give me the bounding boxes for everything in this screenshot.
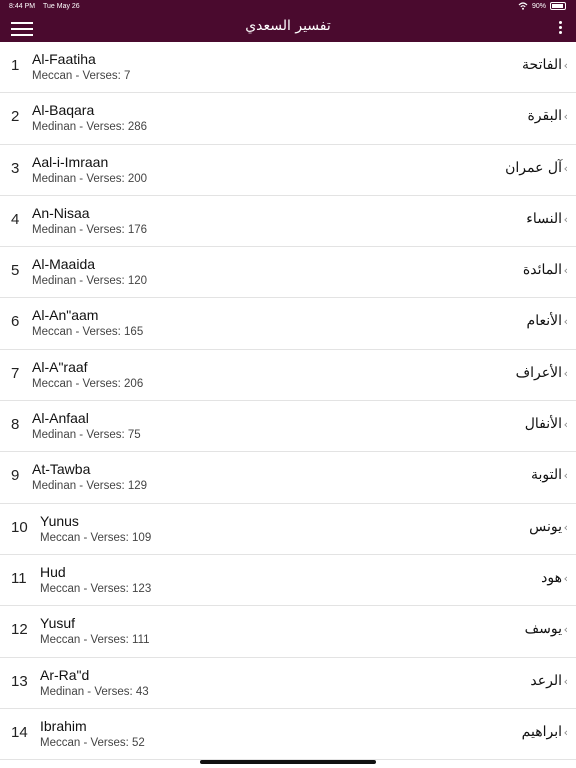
surah-number: 9 <box>11 467 20 485</box>
surah-meta: Meccan - Verses: 123 <box>40 582 152 595</box>
surah-meta: Medinan - Verses: 43 <box>40 685 149 698</box>
surah-meta: Medinan - Verses: 286 <box>32 121 148 134</box>
chevron-left-icon: ‹ <box>563 264 568 278</box>
status-time: 8:44 PM <box>9 3 36 10</box>
surah-list: 1 Al-Faatiha Meccan - Verses: 7 الفاتحة ‹ 2 Al… <box>0 42 576 761</box>
surah-meta: Medinan - Verses: 75 <box>32 429 141 442</box>
surah-arabic-name: التوبة <box>530 467 562 484</box>
surah-number: 12 <box>11 621 28 639</box>
surah-number: 14 <box>11 723 28 741</box>
chevron-left-icon: ‹ <box>563 571 568 585</box>
chevron-left-icon: ‹ <box>563 520 568 534</box>
surah-arabic-name: آل عمران <box>505 159 562 176</box>
chevron-left-icon: ‹ <box>563 725 568 739</box>
list-item[interactable]: 13 Ar-Ra"d Medinan - Verses: 43 الرعد ‹ <box>0 658 576 709</box>
list-item[interactable]: 7 Al-A"raaf Meccan - Verses: 206 الأعراف ‹ <box>0 350 576 402</box>
list-item[interactable]: 8 Al-Anfaal Medinan - Verses: 75 الأنفال ‹ <box>0 401 576 453</box>
surah-number: 1 <box>11 57 20 74</box>
chevron-left-icon: ‹ <box>563 366 568 380</box>
chevron-left-icon: ‹ <box>563 110 568 124</box>
surah-name: Al-Baqara <box>32 102 95 119</box>
surah-arabic-name: البقرة <box>527 108 562 125</box>
surah-number: 5 <box>11 262 20 280</box>
surah-number: 11 <box>11 569 27 587</box>
chevron-left-icon: ‹ <box>563 469 568 483</box>
surah-number: 10 <box>11 518 28 536</box>
wifi-icon <box>518 2 528 10</box>
chevron-left-icon: ‹ <box>563 623 568 637</box>
surah-arabic-name: النساء <box>526 210 562 227</box>
surah-meta: Medinan - Verses: 200 <box>32 172 148 185</box>
surah-arabic-name: يوسف <box>524 621 562 638</box>
surah-name: An-Nisaa <box>32 204 90 221</box>
list-item[interactable]: 1 Al-Faatiha Meccan - Verses: 7 الفاتحة ‹ <box>0 42 576 94</box>
surah-name: Al-A"raaf <box>32 358 88 375</box>
chevron-left-icon: ‹ <box>563 161 568 175</box>
surah-number: 6 <box>11 313 20 331</box>
home-indicator <box>200 760 376 764</box>
surah-name: Al-An"aam <box>32 307 99 324</box>
surah-meta: Medinan - Verses: 129 <box>32 480 148 493</box>
surah-name: Ar-Ra"d <box>40 666 90 683</box>
surah-number: 7 <box>11 364 20 382</box>
list-item[interactable]: 10 Yunus Meccan - Verses: 109 يونس ‹ <box>0 504 576 555</box>
chevron-left-icon: ‹ <box>563 315 568 329</box>
status-indicators: 90% <box>518 2 566 10</box>
surah-arabic-name: الأنعام <box>526 313 562 330</box>
surah-number: 8 <box>11 416 20 434</box>
list-item[interactable]: 3 Aal-i-Imraan Medinan - Verses: 200 آل عمر… <box>0 145 576 196</box>
surah-arabic-name: الفاتحة <box>522 57 562 73</box>
surah-name: Yunus <box>40 512 79 529</box>
status-bar: 8:44 PM Tue May 26 90% <box>0 0 576 14</box>
surah-name: Al-Faatiha <box>32 51 96 67</box>
list-item[interactable]: 5 Al-Maaida Medinan - Verses: 120 المائدة ‹ <box>0 247 576 299</box>
app-bar: تفسير السعدي <box>0 14 576 42</box>
battery-percent: 90% <box>531 2 546 10</box>
surah-number: 4 <box>11 210 20 228</box>
chevron-left-icon: ‹ <box>563 418 568 432</box>
surah-meta: Meccan - Verses: 7 <box>32 70 131 82</box>
surah-name: Yusuf <box>40 615 76 632</box>
surah-arabic-name: الأعراف <box>515 364 562 381</box>
surah-meta: Meccan - Verses: 206 <box>32 377 144 390</box>
status-date: Tue May 26 <box>43 3 80 10</box>
surah-arabic-name: ابراهيم <box>521 723 562 740</box>
surah-meta: Medinan - Verses: 176 <box>32 223 148 236</box>
surah-arabic-name: المائدة <box>522 262 562 279</box>
surah-arabic-name: الرعد <box>530 672 562 689</box>
list-item[interactable]: 2 Al-Baqara Medinan - Verses: 286 البقرة ‹ <box>0 93 576 145</box>
chevron-left-icon: ‹ <box>563 212 568 226</box>
chevron-left-icon: ‹ <box>563 59 568 72</box>
battery-icon <box>550 2 566 10</box>
surah-name: Al-Anfaal <box>32 410 89 427</box>
surah-name: Ibrahim <box>40 717 87 734</box>
surah-name: At-Tawba <box>32 461 91 478</box>
vertical-dots-icon[interactable] <box>558 21 562 35</box>
surah-name: Hud <box>40 563 66 580</box>
surah-number: 13 <box>11 672 28 690</box>
surah-meta: Meccan - Verses: 165 <box>32 326 144 339</box>
list-item[interactable]: 12 Yusuf Meccan - Verses: 111 يوسف ‹ <box>0 606 576 658</box>
surah-meta: Meccan - Verses: 109 <box>40 531 152 544</box>
list-item[interactable]: 4 An-Nisaa Medinan - Verses: 176 النساء ‹ <box>0 196 576 248</box>
list-item[interactable]: 11 Hud Meccan - Verses: 123 هود ‹ <box>0 555 576 607</box>
surah-meta: Meccan - Verses: 52 <box>40 736 145 749</box>
surah-meta: Meccan - Verses: 111 <box>40 634 150 647</box>
list-item[interactable]: 9 At-Tawba Medinan - Verses: 129 التوبة ‹ <box>0 452 576 504</box>
surah-number: 2 <box>11 108 20 126</box>
surah-arabic-name: يونس <box>529 518 562 535</box>
surah-arabic-name: الأنفال <box>524 416 562 433</box>
surah-arabic-name: هود <box>541 569 562 586</box>
list-item[interactable]: 6 Al-An"aam Meccan - Verses: 165 الأنعام ‹ <box>0 298 576 350</box>
list-item[interactable]: 14 Ibrahim Meccan - Verses: 52 ابراهيم ‹ <box>0 709 576 761</box>
chevron-left-icon: ‹ <box>563 674 568 688</box>
surah-number: 3 <box>11 159 20 177</box>
page-title: تفسير السعدي <box>245 18 331 34</box>
surah-name: Al-Maaida <box>32 256 96 273</box>
surah-name: Aal-i-Imraan <box>32 153 109 170</box>
surah-meta: Medinan - Verses: 120 <box>32 275 148 288</box>
